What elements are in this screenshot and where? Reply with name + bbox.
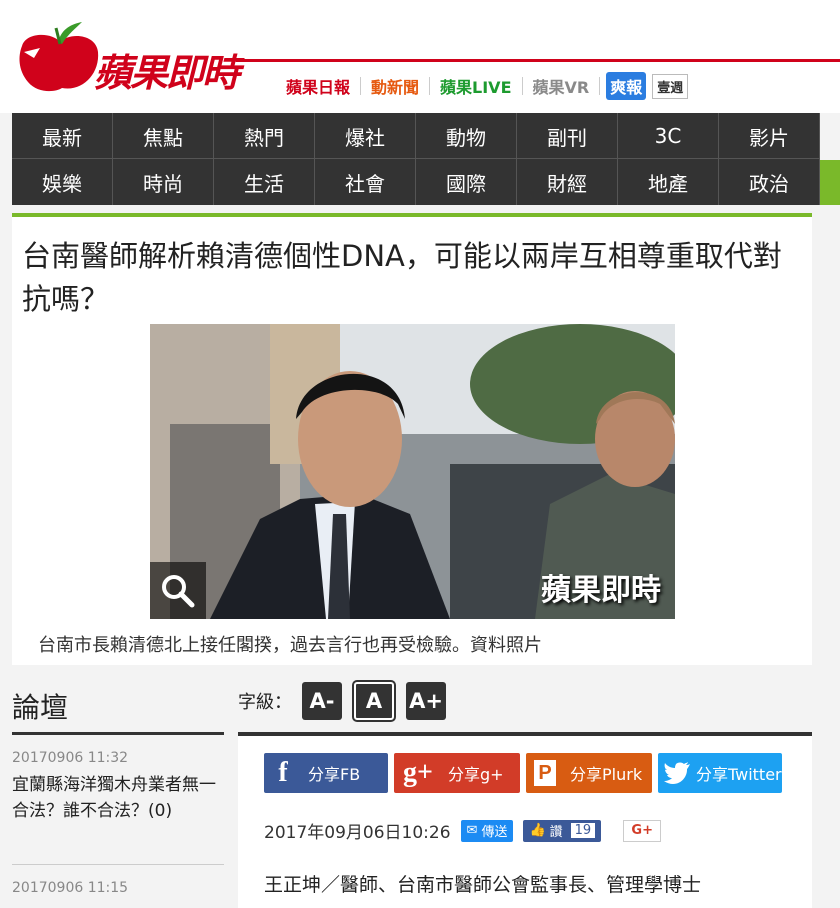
share-plurk-button[interactable]: P 分享Plurk: [526, 753, 652, 793]
share-twitter-label: 分享Twitter: [696, 765, 782, 784]
brand-link-action-news[interactable]: 動新聞: [367, 72, 423, 100]
brand-link-apple-daily[interactable]: 蘋果日報: [282, 72, 354, 100]
forum-divider: [12, 864, 224, 865]
nav-item-fashion[interactable]: 時尚: [113, 159, 214, 205]
article-photo[interactable]: 蘋果即時: [150, 324, 675, 619]
brand-separator: [521, 77, 523, 95]
zoom-button[interactable]: [150, 562, 206, 619]
nav-item-supplement[interactable]: 副刊: [517, 113, 618, 159]
nav-item-finance[interactable]: 財經: [517, 159, 618, 205]
share-google-plus-button[interactable]: g+ 分享g+: [394, 753, 520, 793]
font-size-controls: 字級： A- A A+: [238, 680, 446, 722]
brand-link-apple-live[interactable]: 蘋果LIVE: [436, 72, 515, 100]
nav-item-entertainment[interactable]: 娛樂: [12, 159, 113, 205]
main-nav: 最新 焦點 熱門 爆社 動物 副刊 3C 影片 娛樂 時尚 生活 社會 國際 財…: [12, 113, 820, 205]
nav-item-property[interactable]: 地產: [618, 159, 719, 205]
site-logo[interactable]: 蘋果即時: [12, 8, 262, 100]
apple-logo-icon: [19, 22, 99, 92]
header-divider: [236, 59, 840, 62]
messenger-send-button[interactable]: ✉ 傳送: [460, 819, 514, 842]
brand-link-next-magazine[interactable]: 壹週: [652, 73, 689, 99]
brand-separator: [429, 77, 431, 95]
brand-separator: [360, 77, 362, 95]
font-size-small-button[interactable]: A-: [302, 682, 342, 720]
magnifier-icon: [162, 574, 195, 607]
facebook-icon: f: [278, 757, 288, 788]
plurk-icon: P: [526, 753, 564, 793]
forum-title: 論壇: [12, 691, 69, 724]
article-author: 王正坤／醫師、台南市醫師公會監事長、管理學博士: [264, 874, 702, 896]
nav-accent-bar: [820, 160, 840, 205]
nav-item-life[interactable]: 生活: [214, 159, 315, 205]
nav-item-scoop[interactable]: 爆社: [315, 113, 416, 159]
share-facebook-button[interactable]: f 分享FB: [264, 753, 388, 793]
google-plus-icon: g+: [403, 757, 433, 788]
nav-item-3c[interactable]: 3C: [618, 113, 719, 159]
font-size-label: 字級：: [238, 692, 292, 713]
nav-item-hot[interactable]: 熱門: [214, 113, 315, 159]
article-card: 台南醫師解析賴清德個性DNA，可能以兩岸互相尊重取代對抗嗎？ 蘋果即時 台南市長…: [12, 213, 812, 665]
article-content: f 分享FB g+ 分享g+ P 分享Plurk 分享Twitter 2017年…: [238, 732, 812, 908]
nav-item-video[interactable]: 影片: [719, 113, 820, 159]
font-size-large-button[interactable]: A+: [406, 682, 446, 720]
forum-item-date: 20170906 11:32: [12, 750, 129, 766]
facebook-like-button[interactable]: 👍 讚 19: [523, 819, 602, 842]
share-plurk-label: 分享Plurk: [570, 765, 643, 784]
article-date: 2017年09月06日10:26: [264, 823, 451, 843]
nav-row-1: 最新 焦點 熱門 爆社 動物 副刊 3C 影片: [12, 113, 820, 159]
photo-watermark: 蘋果即時: [541, 573, 661, 608]
site-header: 蘋果即時 蘋果日報 動新聞 蘋果LIVE 蘋果VR 爽報 壹週: [0, 0, 840, 113]
nav-item-society[interactable]: 社會: [315, 159, 416, 205]
thumbs-up-icon: 👍: [529, 823, 546, 838]
nav-item-international[interactable]: 國際: [416, 159, 517, 205]
share-twitter-button[interactable]: 分享Twitter: [658, 753, 782, 793]
font-size-normal-button[interactable]: A: [352, 680, 396, 722]
forum-title-underline: [12, 732, 224, 735]
brand-link-sharp-daily[interactable]: 爽報: [606, 72, 647, 100]
nav-item-politics[interactable]: 政治: [719, 159, 820, 205]
forum-item-date: 20170906 11:15: [12, 880, 129, 896]
messenger-send-label: 傳送: [481, 825, 508, 840]
like-label: 讚: [549, 825, 563, 840]
nav-item-animals[interactable]: 動物: [416, 113, 517, 159]
messenger-icon: ✉: [466, 823, 478, 838]
nav-item-focus[interactable]: 焦點: [113, 113, 214, 159]
forum-list-item[interactable]: 20170906 11:32 宜蘭縣海洋獨木舟業者無一合法？誰不合法？(0): [12, 750, 224, 824]
forum-item-title[interactable]: 宜蘭縣海洋獨木舟業者無一合法？誰不合法？(0): [12, 772, 224, 824]
nav-row-2: 娛樂 時尚 生活 社會 國際 財經 地產 政治: [12, 159, 820, 205]
share-facebook-label: 分享FB: [308, 765, 361, 784]
like-count: 19: [570, 823, 596, 838]
brand-link-apple-vr[interactable]: 蘋果VR: [529, 72, 594, 100]
share-google-plus-label: 分享g+: [448, 765, 504, 784]
logo-wordmark: 蘋果即時: [94, 51, 240, 95]
article-title: 台南醫師解析賴清德個性DNA，可能以兩岸互相尊重取代對抗嗎？: [22, 239, 782, 316]
photo-caption: 台南市長賴清德北上接任閣揆，過去言行也再受檢驗。資料照片: [38, 635, 542, 656]
google-plus-one-button[interactable]: G+: [623, 819, 662, 842]
twitter-bird-icon: [658, 753, 696, 793]
brand-separator: [599, 77, 601, 95]
nav-item-latest[interactable]: 最新: [12, 113, 113, 159]
article-meta: 2017年09月06日10:26 ✉ 傳送 👍 讚 19 G+: [264, 818, 662, 843]
brand-links: 蘋果日報 動新聞 蘋果LIVE 蘋果VR 爽報 壹週: [282, 72, 689, 100]
